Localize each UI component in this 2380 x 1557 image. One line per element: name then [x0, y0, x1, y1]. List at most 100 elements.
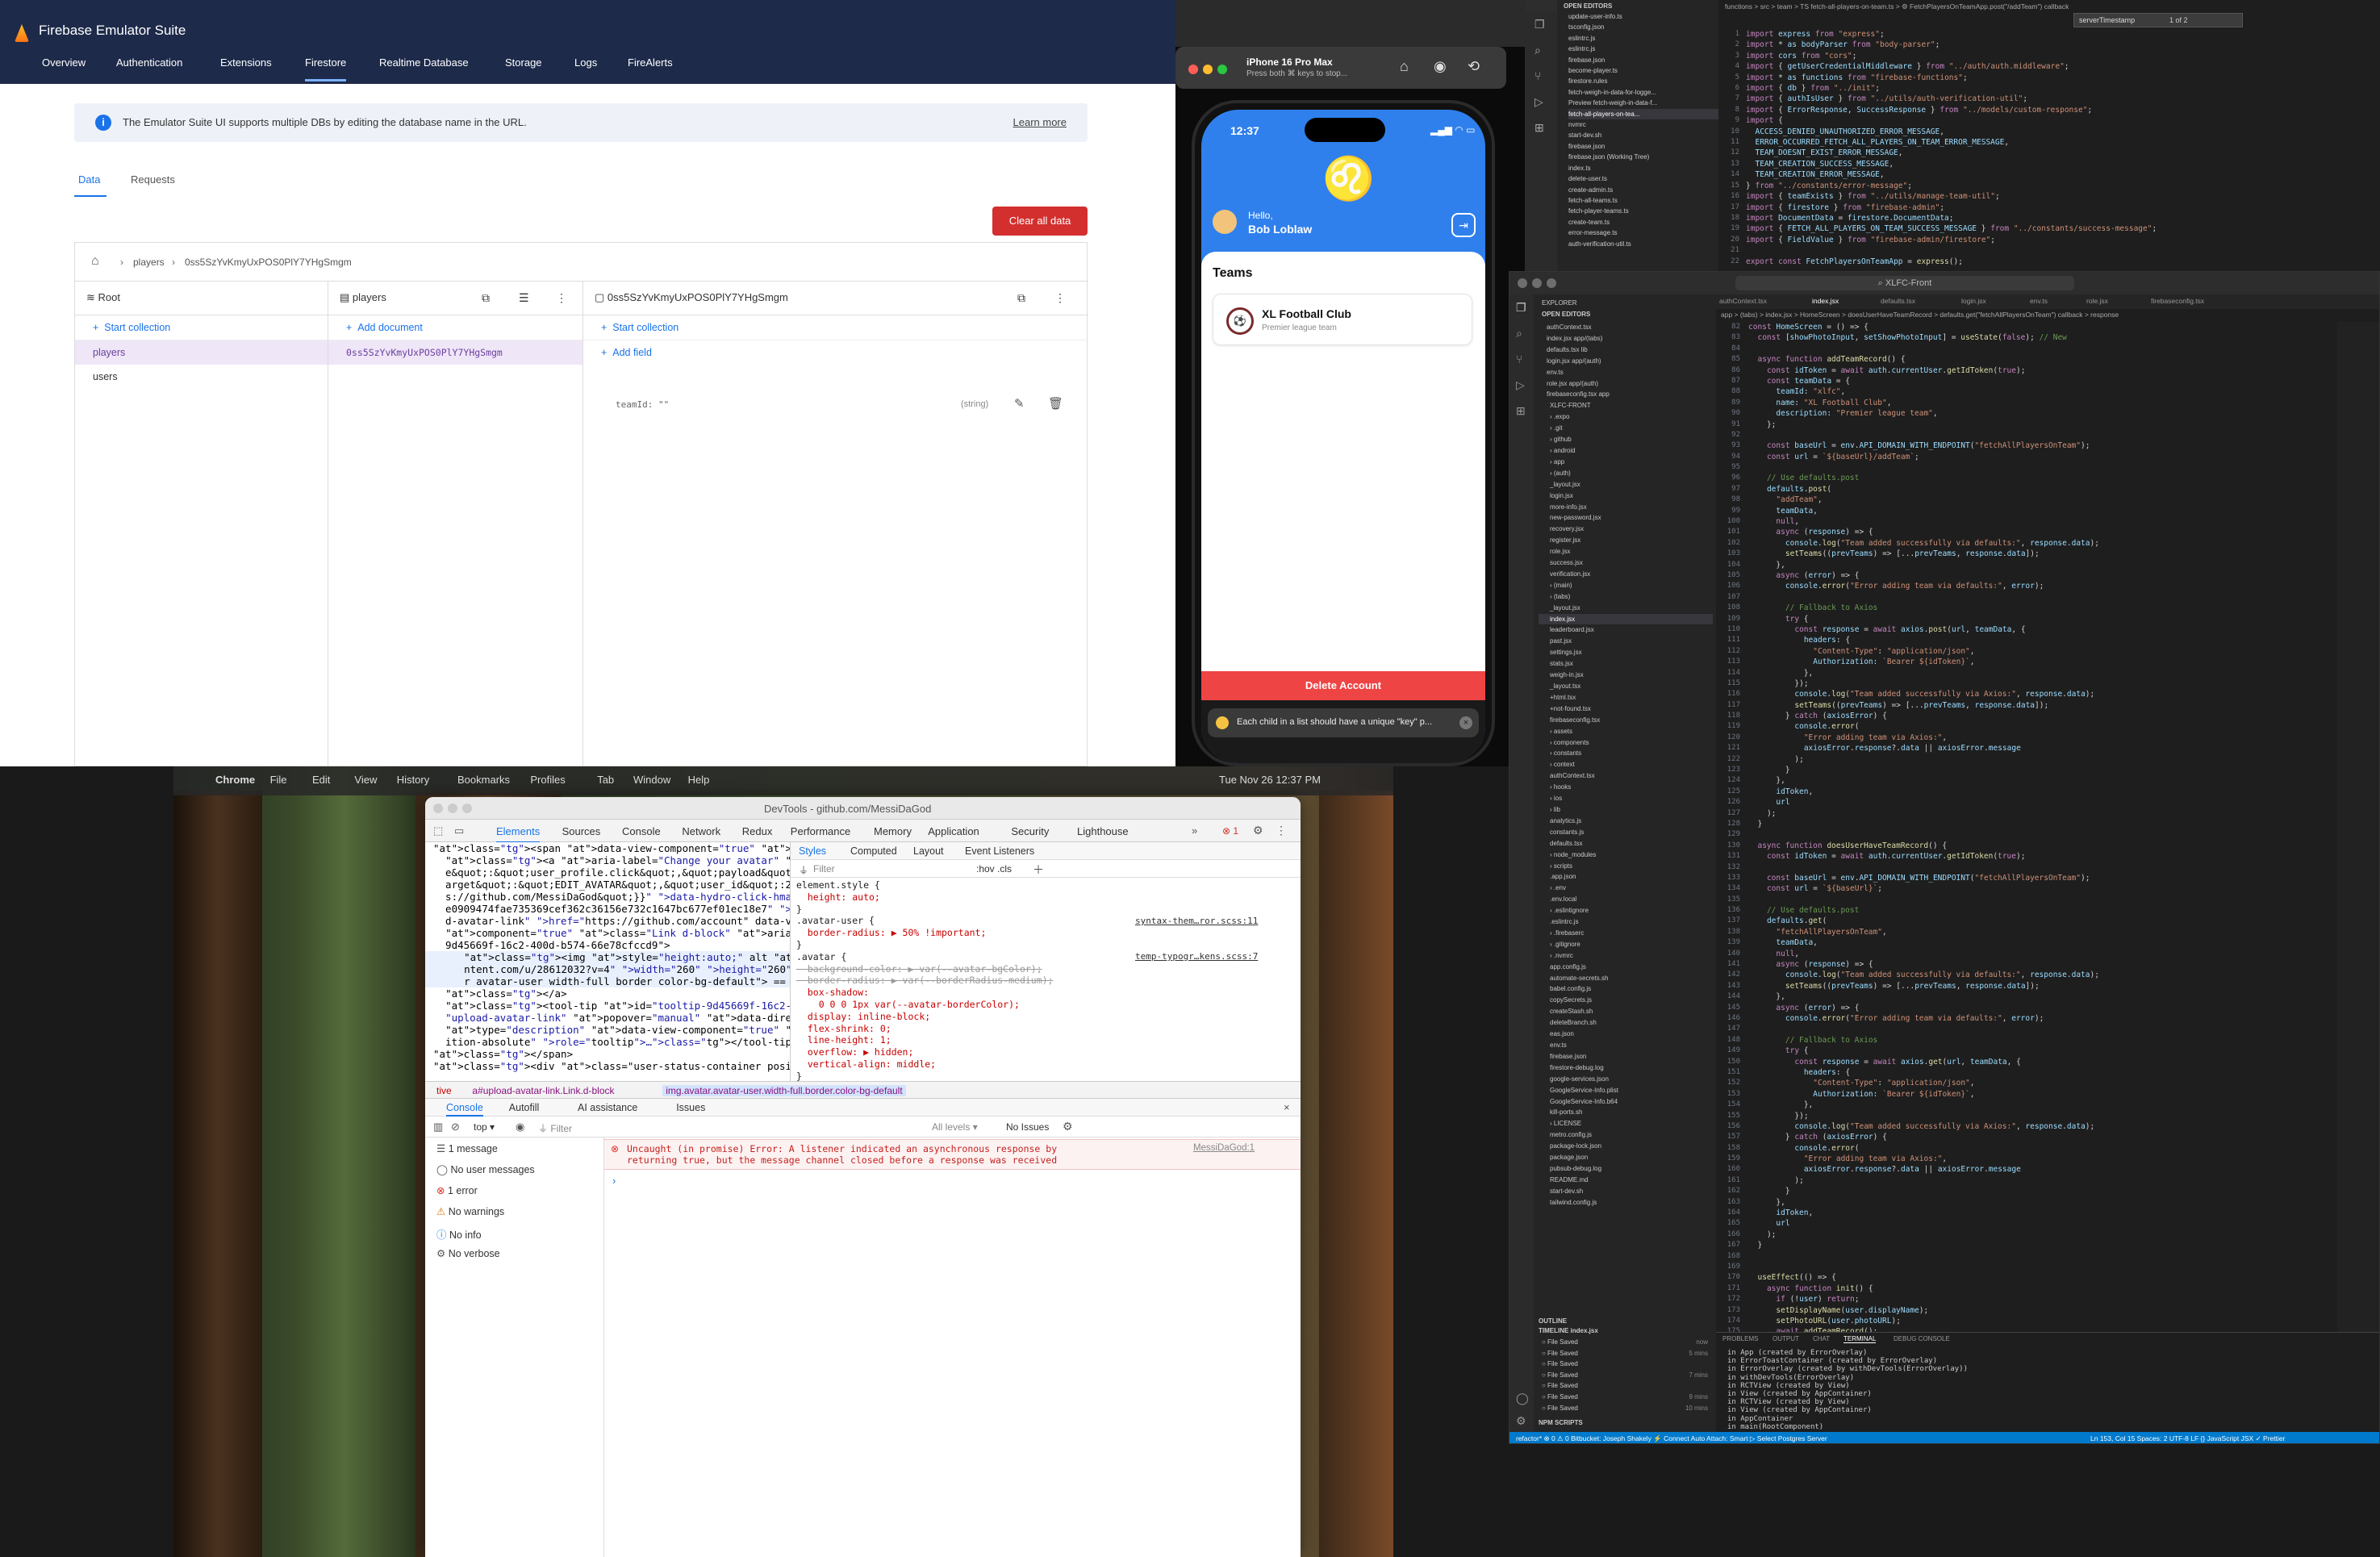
file-tree-item[interactable]: babel.config.js — [1539, 983, 1713, 995]
menu-item[interactable]: Edit — [312, 774, 330, 786]
status-left[interactable]: refactor* ⊗ 0 ⚠ 0 Bitbucket: Joseph Shak… — [1516, 1434, 1827, 1443]
menu-item[interactable]: Bookmarks — [457, 774, 510, 786]
file-tree-item[interactable]: firebaseconfig.tsx — [1539, 715, 1713, 726]
find-input[interactable]: serverTimestamp — [2079, 16, 2135, 24]
file-tree-item[interactable]: › .firebaserc — [1539, 928, 1713, 939]
file-tree-item[interactable]: XLFC-FRONT — [1539, 400, 1713, 411]
file-tree-item[interactable]: register.jsx — [1539, 535, 1713, 546]
collection-item-users[interactable]: users — [75, 365, 328, 389]
devtools-tab[interactable]: Performance — [791, 825, 850, 837]
breadcrumb-players[interactable]: players — [133, 257, 165, 268]
close-icon[interactable] — [1188, 65, 1198, 74]
drawer-tab[interactable]: Issues — [676, 1102, 705, 1113]
file-tree-item[interactable]: › hooks — [1539, 782, 1713, 793]
open-editor-file[interactable]: firebase.json — [1568, 141, 1718, 152]
open-editor-file[interactable]: delete-user.ts — [1568, 173, 1718, 184]
file-tree-item[interactable]: › ios — [1539, 793, 1713, 804]
add-field-button[interactable]: + Add field — [583, 340, 1088, 365]
file-tree-item[interactable]: weigh-in.jsx — [1539, 670, 1713, 681]
close-drawer-icon[interactable]: × — [1284, 1101, 1290, 1113]
file-tree-item[interactable]: › .expo — [1539, 411, 1713, 423]
file-tree-item[interactable]: › .git — [1539, 423, 1713, 434]
dom-node-line[interactable]: arget&quot;:&quot;EDIT_AVATAR&quot;,&quo… — [425, 879, 790, 891]
editor-tab[interactable]: defaults.tsx — [1881, 297, 1915, 305]
file-tree-item[interactable]: package-lock.json — [1539, 1141, 1713, 1152]
context-select[interactable]: top ▾ — [474, 1121, 495, 1133]
file-tree-item[interactable]: › (tabs) — [1539, 591, 1713, 603]
devtools-tab[interactable]: Elements — [496, 825, 541, 843]
open-editor-file[interactable]: Preview fetch-weigh-in-data-f... — [1568, 98, 1718, 108]
file-tree-item[interactable]: _layout.jsx — [1539, 603, 1713, 614]
file-tree-item[interactable]: analytics.js — [1539, 816, 1713, 827]
devtools-tab[interactable]: Redux — [742, 825, 773, 837]
style-declaration[interactable]: display: inline-block; — [796, 1011, 1280, 1023]
style-declaration[interactable]: } — [796, 904, 1280, 916]
file-tree-item[interactable]: › components — [1539, 737, 1713, 749]
zoom-icon[interactable] — [1217, 65, 1227, 74]
timeline-item[interactable]: ○ File Saved 10 mins — [1542, 1403, 1708, 1414]
open-editor-file[interactable]: eslintrc.js — [1568, 44, 1718, 54]
styles-tab[interactable]: Styles — [799, 845, 826, 857]
dom-node-line[interactable]: s://github.com/MessiDaGod&quot;}}" ">dat… — [425, 891, 790, 903]
console-prompt[interactable]: › — [612, 1175, 616, 1187]
dom-node-line[interactable]: ition-absolute" ">role="tooltip">…">clas… — [425, 1036, 790, 1048]
file-tree-item[interactable]: index.jsx — [1539, 613, 1713, 625]
file-tree-item[interactable]: env.ts — [1539, 1040, 1713, 1051]
nav-firealerts[interactable]: FireAlerts — [628, 56, 673, 69]
tab-requests[interactable]: Requests — [131, 173, 175, 186]
team-card[interactable]: ⚽ XL Football Club Premier league team — [1213, 294, 1472, 345]
devtools-tab[interactable]: Sources — [562, 825, 601, 837]
delete-account-button[interactable]: Delete Account — [1201, 671, 1485, 700]
copy-icon[interactable]: ⧉ — [1017, 291, 1025, 305]
file-tree-item[interactable]: more-info.jsx — [1539, 502, 1713, 513]
file-tree-item[interactable]: .eslintrc.js — [1539, 916, 1713, 928]
style-declaration[interactable]: overflow: ▶ hidden; — [796, 1046, 1280, 1058]
console-filter-input[interactable]: ⏚ Filter — [538, 1121, 572, 1135]
file-tree-item[interactable]: .app.json — [1539, 871, 1713, 883]
file-tree-item[interactable]: stats.jsx — [1539, 658, 1713, 670]
dom-breadcrumb[interactable]: tive — [436, 1085, 452, 1096]
file-tree-item[interactable]: package.json — [1539, 1152, 1713, 1163]
file-tree-item[interactable]: constants.js — [1539, 827, 1713, 838]
learn-more-link[interactable]: Learn more — [1013, 116, 1067, 128]
open-editor-file[interactable]: auth-verification-util.ts — [1568, 239, 1718, 249]
menu-item[interactable]: Help — [688, 774, 710, 786]
file-tree-item[interactable]: › assets — [1539, 726, 1713, 737]
file-tree-item[interactable]: › context — [1539, 759, 1713, 770]
dom-breadcrumb[interactable]: img.avatar.avatar-user.width-full.border… — [662, 1085, 906, 1096]
open-editor-file[interactable]: firebase.json (Working Tree) — [1568, 152, 1718, 162]
issues-counter[interactable]: No Issues — [1006, 1121, 1049, 1133]
file-tree-item[interactable]: defaults.tsx lib — [1539, 344, 1713, 356]
file-tree-item[interactable]: › android — [1539, 445, 1713, 457]
drawer-tab[interactable]: Autofill — [509, 1102, 540, 1113]
dom-node-line[interactable]: "at">class="tg"><img "at">style="height:… — [425, 951, 790, 963]
account-icon[interactable]: ◯ — [1516, 1392, 1529, 1405]
styles-rules[interactable]: element.style { height: auto;} .avatar-us… — [796, 879, 1280, 1083]
dom-node-line[interactable]: "at">class="tg"></a> — [425, 987, 790, 1000]
dom-node-line[interactable]: "at">component="true" "at">class="Link d… — [425, 927, 790, 939]
style-declaration[interactable]: vertical-align: middle; — [796, 1058, 1280, 1071]
code-area[interactable]: 82 const HomeScreen = () => {83 const [sh… — [1716, 322, 2361, 1332]
dom-node-line[interactable]: e0909474fae735369cef362c36156e732c1647bc… — [425, 903, 790, 915]
warning-toast[interactable]: Each child in a list should have a uniqu… — [1208, 708, 1479, 737]
search-icon[interactable]: ⌕ — [1534, 44, 1541, 57]
minimize-icon[interactable] — [448, 804, 457, 813]
open-editor-file[interactable]: firestore.rules — [1568, 76, 1718, 86]
file-tree-item[interactable]: env.ts — [1539, 367, 1713, 378]
document-item[interactable]: 0ss5SzYvKmyUxPOS0PlY7YHgSmgm — [328, 340, 582, 365]
nav-firestore[interactable]: Firestore — [305, 56, 347, 81]
menu-item[interactable]: File — [270, 774, 287, 786]
file-tree-item[interactable]: firestore-debug.log — [1539, 1062, 1713, 1074]
styles-tab[interactable]: Event Listeners — [965, 845, 1034, 857]
device-toolbar-icon[interactable]: ▭ — [454, 824, 464, 837]
devtools-tab[interactable]: Lighthouse — [1077, 825, 1129, 837]
file-tree-item[interactable]: app.config.js — [1539, 962, 1713, 973]
style-declaration[interactable]: line-height: 1; — [796, 1034, 1280, 1046]
minimize-icon[interactable] — [1532, 278, 1542, 288]
nav-authentication[interactable]: Authentication — [116, 56, 182, 69]
close-icon[interactable] — [1518, 278, 1527, 288]
timeline-item[interactable]: ○ File Saved 5 mins — [1542, 1348, 1708, 1359]
menu-item[interactable]: History — [397, 774, 429, 786]
run-debug-icon[interactable]: ▷ — [1516, 378, 1525, 392]
file-tree-item[interactable]: new-password.jsx — [1539, 512, 1713, 524]
